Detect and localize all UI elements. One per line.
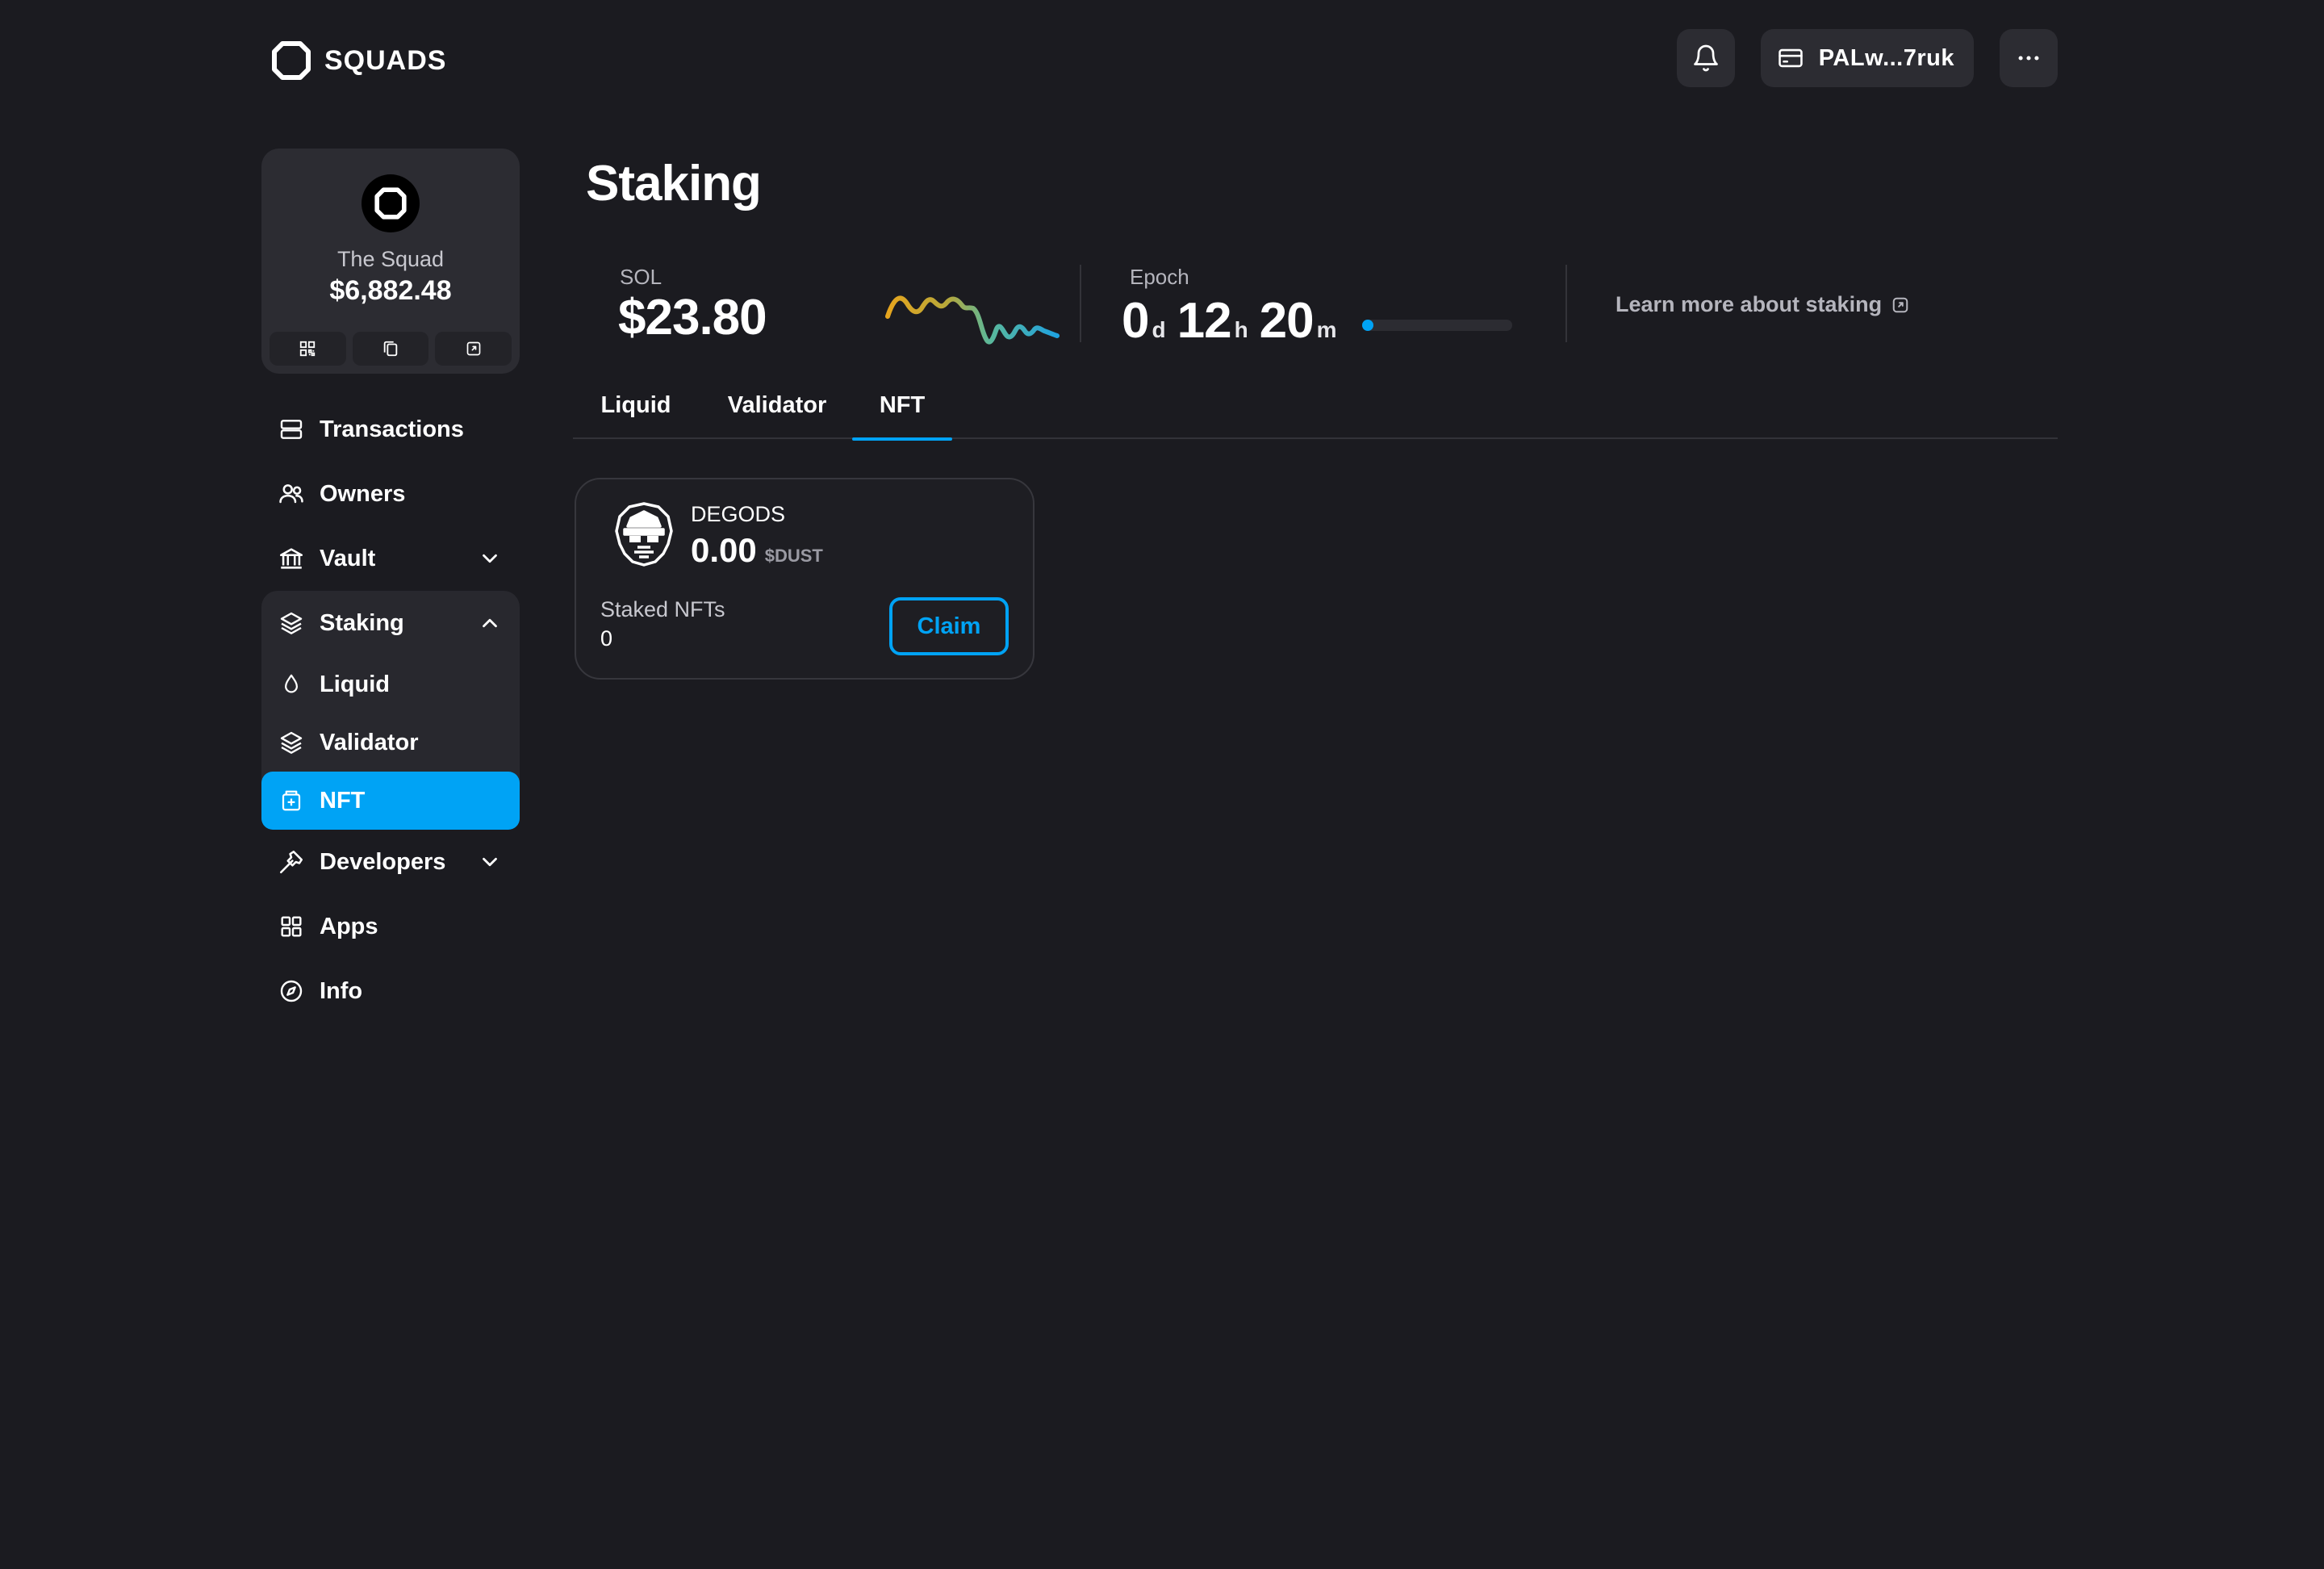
sidebar-item-label: Developers	[320, 848, 446, 875]
sidebar-item-label: Vault	[320, 545, 376, 571]
external-link-icon	[1892, 297, 1908, 312]
more-icon	[2018, 56, 2039, 61]
page-title: Staking	[586, 156, 762, 211]
sidebar-item-label: Transactions	[320, 416, 464, 442]
sidebar-nav: Transactions Owners Vault Staking Liquid…	[261, 397, 520, 1023]
sidebar-item-apps[interactable]: Apps	[261, 894, 520, 959]
more-menu-button[interactable]	[2000, 29, 2058, 87]
open-explorer-button[interactable]	[435, 332, 512, 366]
epoch-progress-bar	[1362, 320, 1512, 331]
sidebar-group-staking: Staking Liquid Validator NFT	[261, 591, 520, 830]
sidebar-item-label: Staking	[320, 609, 404, 636]
nft-reward-value: 0.00	[691, 531, 757, 569]
sol-label: SOL	[620, 265, 663, 289]
wallet-address: PALw...7ruk	[1818, 44, 1954, 71]
nft-icon	[278, 787, 305, 814]
claim-button[interactable]: Claim	[889, 597, 1009, 655]
learn-more-staking-link[interactable]: Learn more about staking	[1616, 292, 1909, 317]
squads-logo[interactable]: SQUADS	[271, 40, 446, 81]
epoch-hours: 12	[1177, 293, 1232, 349]
epoch-days: 0	[1122, 293, 1149, 349]
sidebar-item-nft[interactable]: NFT	[261, 772, 520, 830]
squad-balance: $6,882.48	[329, 275, 452, 306]
staked-nfts-label: Staked NFTs	[600, 597, 725, 621]
wallet-button[interactable]: PALw...7ruk	[1760, 29, 1974, 87]
stats-divider	[1080, 265, 1081, 342]
sidebar-item-staking[interactable]: Staking	[261, 591, 520, 655]
bell-icon	[1693, 44, 1718, 72]
learn-more-label: Learn more about staking	[1616, 292, 1883, 316]
epoch-countdown: 0 d 12 h 20 m	[1122, 292, 1348, 349]
layers-icon	[278, 729, 305, 756]
epoch-label: Epoch	[1130, 265, 1189, 289]
squad-avatar	[362, 174, 420, 232]
brand-name: SQUADS	[324, 44, 447, 76]
staking-page: SQUADS PALw...7ruk The Squad $6,882.48 T…	[0, 0, 2324, 1569]
squad-actions	[270, 332, 512, 366]
chevron-up-icon	[478, 611, 502, 635]
notifications-button[interactable]	[1676, 29, 1735, 87]
sidebar-item-info[interactable]: Info	[261, 959, 520, 1023]
epoch-hours-unit: h	[1234, 317, 1248, 342]
epoch-days-unit: d	[1152, 317, 1166, 342]
nft-reward-amount: 0.00 $DUST	[691, 531, 823, 570]
epoch-minutes-unit: m	[1316, 317, 1337, 342]
epoch-minutes: 20	[1259, 293, 1315, 349]
tab-nft[interactable]: NFT	[852, 379, 952, 441]
staking-stats: SOL $23.80 Epoch 0 d 12 h 20 m Learn mor…	[586, 257, 2058, 354]
bank-icon	[278, 545, 305, 572]
stats-divider	[1565, 265, 1567, 342]
qr-code-button[interactable]	[270, 332, 346, 366]
staked-nfts-count: 0	[600, 626, 613, 651]
sidebar-item-liquid[interactable]: Liquid	[261, 655, 520, 713]
sidebar-item-label: Apps	[320, 913, 378, 939]
droplet-icon	[278, 671, 305, 698]
squad-name: The Squad	[336, 247, 445, 271]
transactions-icon	[278, 416, 305, 443]
sidebar-item-developers[interactable]: Developers	[261, 830, 520, 894]
sidebar-item-validator[interactable]: Validator	[261, 713, 520, 772]
external-link-icon	[466, 341, 481, 356]
copy-address-button[interactable]	[352, 332, 429, 366]
users-icon	[278, 480, 305, 508]
sidebar-item-label: NFT	[320, 787, 366, 814]
sidebar-item-vault[interactable]: Vault	[261, 526, 520, 591]
sidebar-item-label: Owners	[320, 480, 406, 507]
hammer-icon	[278, 848, 305, 876]
tab-validator[interactable]: Validator	[725, 379, 830, 439]
squad-card: The Squad $6,882.48	[261, 149, 520, 374]
qr-code-icon	[300, 341, 316, 357]
squads-avatar-icon	[374, 187, 407, 220]
epoch-progress-fill	[1362, 320, 1373, 331]
layers-icon	[278, 609, 305, 637]
nft-staking-card: DEGODS 0.00 $DUST Staked NFTs 0 Claim	[575, 478, 1035, 680]
grid-icon	[278, 913, 305, 940]
wallet-icon	[1779, 48, 1803, 68]
sidebar-item-label: Info	[320, 977, 363, 1004]
copy-icon	[383, 341, 398, 357]
sidebar-item-owners[interactable]: Owners	[261, 462, 520, 526]
sol-price: $23.80	[618, 290, 767, 345]
sidebar-item-transactions[interactable]: Transactions	[261, 397, 520, 462]
squads-logo-icon	[272, 41, 311, 80]
chevron-down-icon	[478, 850, 502, 874]
sidebar-item-label: Validator	[320, 729, 419, 755]
staking-tabs: Liquid Validator NFT	[573, 379, 2058, 441]
tab-liquid[interactable]: Liquid	[599, 379, 673, 439]
nft-reward-unit: $DUST	[764, 546, 823, 566]
degods-logo-icon	[615, 502, 673, 567]
compass-icon	[278, 977, 305, 1005]
chevron-down-icon	[478, 546, 502, 571]
sol-price-sparkline	[885, 295, 1060, 345]
top-actions: PALw...7ruk	[1676, 29, 2058, 87]
nft-collection-name: DEGODS	[691, 502, 786, 526]
sidebar-item-label: Liquid	[320, 671, 390, 697]
